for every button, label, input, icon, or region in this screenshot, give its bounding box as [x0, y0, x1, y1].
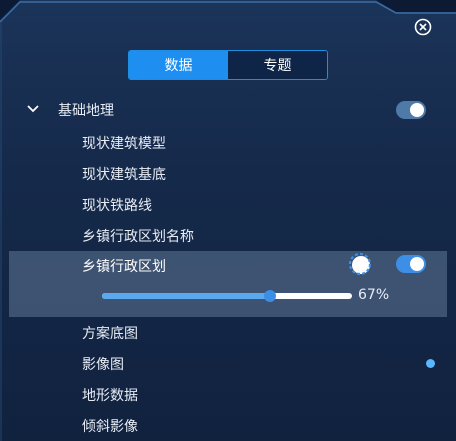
layer-toggle[interactable] [396, 255, 426, 273]
opacity-slider-thumb[interactable] [263, 290, 276, 302]
layer-item[interactable]: 现状建筑模型 [0, 127, 456, 157]
layer-label: 倾斜影像 [82, 419, 138, 435]
layer-item[interactable]: 影像图 [0, 348, 456, 378]
layer-item[interactable]: 乡镇行政区划名称 [0, 220, 456, 250]
selected-layer-item[interactable]: 乡镇行政区划 67% [9, 251, 447, 317]
layer-item[interactable]: 地形数据 [0, 379, 456, 409]
layer-item[interactable]: 现状建筑基底 [0, 158, 456, 188]
close-button[interactable] [414, 18, 432, 36]
layer-label: 现状建筑模型 [82, 136, 166, 152]
layer-label: 地形数据 [82, 388, 138, 404]
layer-label: 现状建筑基底 [82, 167, 166, 183]
layer-panel: 数据 专题 基础地理 现状建筑模型 现状建筑基底 现状铁路线 乡镇行政区划名称 … [0, 0, 456, 441]
tab-data[interactable]: 数据 [129, 51, 228, 79]
layer-label: 现状铁路线 [82, 198, 152, 214]
opacity-slider-fill [102, 293, 270, 299]
layer-item[interactable]: 方案底图 [0, 317, 456, 347]
loading-spinner-icon[interactable] [348, 252, 372, 276]
group-row-basic-geography[interactable]: 基础地理 [0, 96, 456, 124]
layer-item[interactable]: 现状铁路线 [0, 189, 456, 219]
layer-label: 方案底图 [82, 326, 138, 342]
chevron-down-icon[interactable] [26, 102, 40, 116]
opacity-percent: 67% [358, 287, 390, 303]
layer-label: 乡镇行政区划名称 [82, 229, 194, 245]
layer-label: 影像图 [82, 357, 124, 373]
layer-item[interactable]: 倾斜影像 [0, 410, 456, 440]
toggle-knob [410, 103, 424, 117]
group-label: 基础地理 [58, 103, 114, 119]
close-circle-icon [414, 18, 432, 36]
opacity-slider[interactable] [102, 290, 352, 302]
status-dot [426, 359, 435, 368]
loading-spinner-graphic [348, 252, 372, 276]
group-toggle[interactable] [396, 101, 426, 119]
toggle-knob [410, 257, 424, 271]
layer-label: 乡镇行政区划 [82, 259, 166, 275]
tab-bar: 数据 专题 [128, 50, 328, 80]
tab-topic[interactable]: 专题 [228, 51, 327, 79]
